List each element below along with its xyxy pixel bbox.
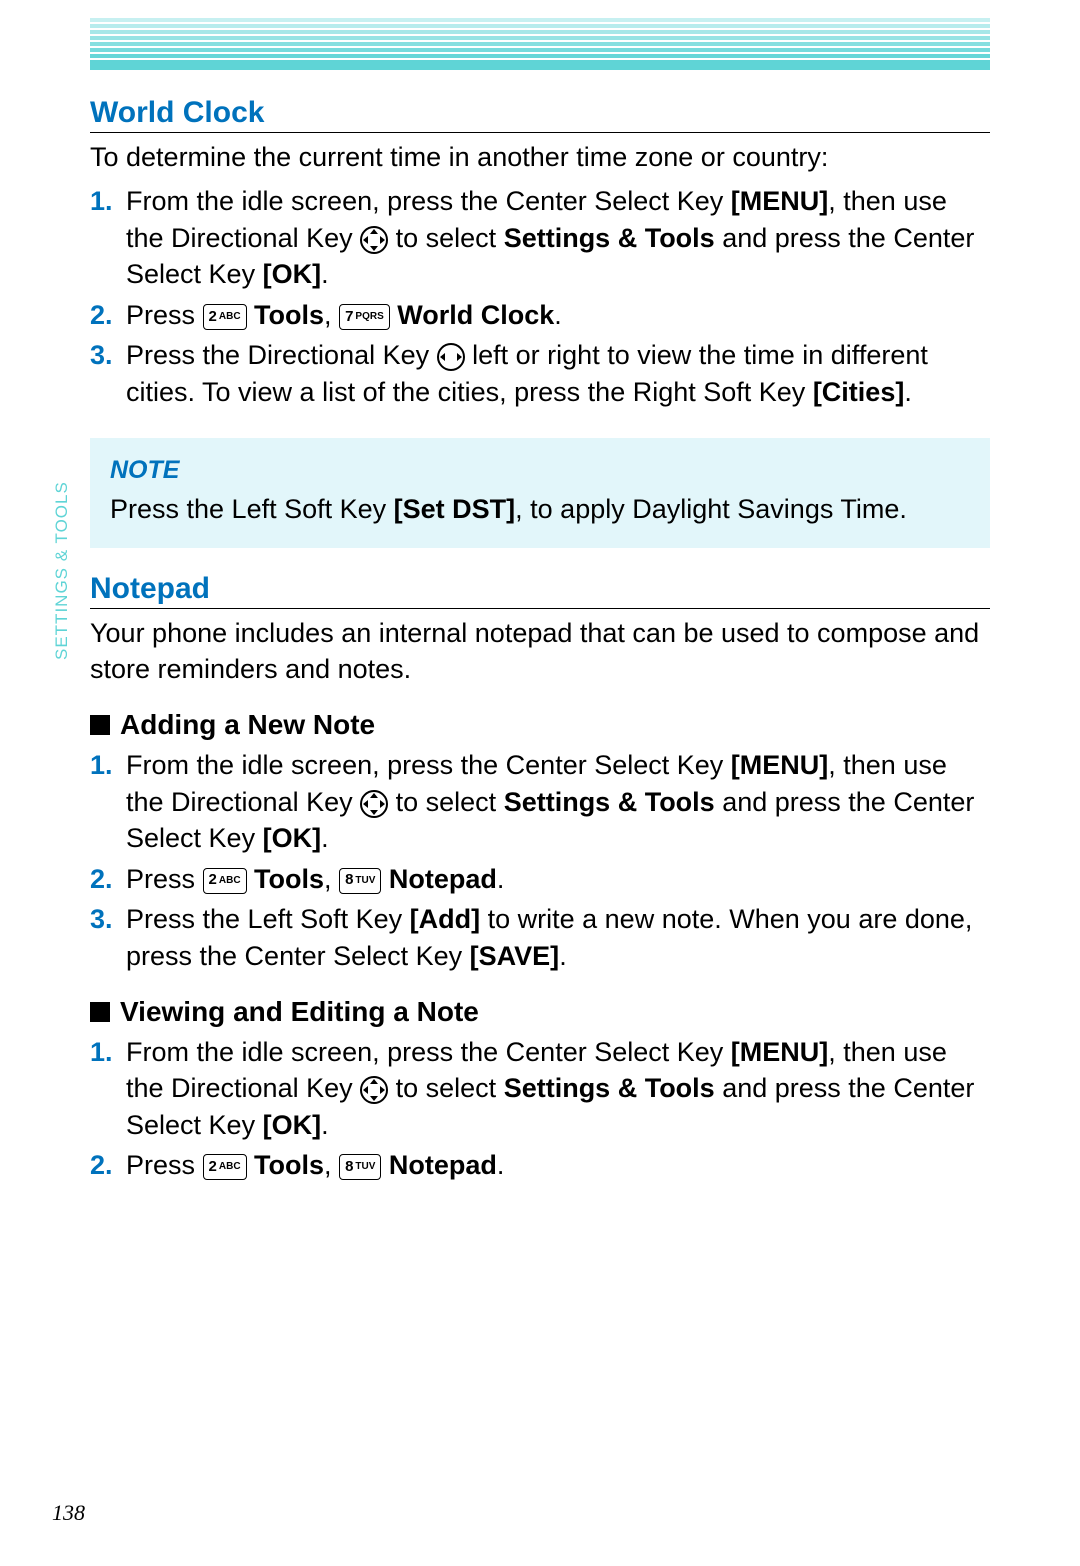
text: .: [321, 259, 329, 289]
add-note-steps: 1. From the idle screen, press the Cente…: [90, 747, 990, 974]
directional-key-4way-icon: [360, 1076, 388, 1104]
side-section-label: SETTINGS & TOOLS: [52, 481, 72, 660]
text: .: [321, 823, 329, 853]
settings-tools-label: Settings & Tools: [504, 1073, 715, 1103]
text: Press the Directional Key: [126, 340, 437, 370]
text: to select: [388, 787, 504, 817]
world-clock-steps: 1. From the idle screen, press the Cente…: [90, 183, 990, 410]
ok-key-label: [OK]: [263, 259, 321, 289]
directional-key-4way-icon: [360, 226, 388, 254]
text: Viewing and Editing a Note: [120, 996, 479, 1027]
world-clock-intro: To determine the current time in another…: [90, 139, 990, 175]
key-2abc-icon: 2ABC: [203, 868, 247, 894]
wc-step-2: 2. Press 2ABC Tools, 7PQRS World Clock.: [126, 297, 990, 333]
text: .: [497, 864, 505, 894]
cities-key-label: [Cities]: [813, 377, 905, 407]
text: .: [904, 377, 912, 407]
text: , to apply Daylight Savings Time.: [515, 494, 907, 524]
add-step-2: 2. Press 2ABC Tools, 8TUV Notepad.: [126, 861, 990, 897]
directional-key-4way-icon: [360, 790, 388, 818]
text: Press the Left Soft Key: [126, 904, 410, 934]
text: to select: [388, 1073, 504, 1103]
settings-tools-label: Settings & Tools: [504, 787, 715, 817]
key-8tuv-icon: 8TUV: [339, 868, 381, 894]
view-step-2: 2. Press 2ABC Tools, 8TUV Notepad.: [126, 1147, 990, 1183]
text: Press: [126, 1150, 203, 1180]
page-number: 138: [52, 1500, 85, 1526]
notepad-label: Notepad: [381, 864, 497, 894]
directional-key-lr-icon: [437, 343, 465, 371]
key-2abc-icon: 2ABC: [203, 1154, 247, 1180]
note-body: Press the Left Soft Key [Set DST], to ap…: [110, 491, 970, 527]
text: Press the Left Soft Key: [110, 494, 394, 524]
adding-note-subheading: Adding a New Note: [90, 709, 990, 741]
text: From the idle screen, press the Center S…: [126, 186, 731, 216]
text: Press: [126, 864, 203, 894]
text: to select: [388, 223, 504, 253]
note-box: NOTE Press the Left Soft Key [Set DST], …: [90, 438, 990, 547]
notepad-intro: Your phone includes an internal notepad …: [90, 615, 990, 688]
ok-key-label: [OK]: [263, 1110, 321, 1140]
note-title: NOTE: [110, 456, 970, 485]
key-7pqrs-icon: 7PQRS: [339, 304, 390, 330]
text: .: [554, 300, 562, 330]
text: ,: [324, 1150, 339, 1180]
text: .: [321, 1110, 329, 1140]
page-content: World Clock To determine the current tim…: [90, 90, 990, 1188]
view-note-steps: 1. From the idle screen, press the Cente…: [90, 1034, 990, 1184]
add-key-label: [Add]: [410, 904, 480, 934]
header-decoration: [90, 18, 990, 72]
settings-tools-label: Settings & Tools: [504, 223, 715, 253]
text: .: [497, 1150, 505, 1180]
world-clock-heading: World Clock: [90, 96, 990, 133]
menu-key-label: [MENU]: [731, 750, 828, 780]
add-step-3: 3. Press the Left Soft Key [Add] to writ…: [126, 901, 990, 974]
text: From the idle screen, press the Center S…: [126, 1037, 731, 1067]
text: .: [559, 941, 567, 971]
ok-key-label: [OK]: [263, 823, 321, 853]
notepad-label: Notepad: [381, 1150, 497, 1180]
text: ,: [324, 864, 339, 894]
add-step-1: 1. From the idle screen, press the Cente…: [126, 747, 990, 856]
menu-key-label: [MENU]: [731, 1037, 828, 1067]
text: From the idle screen, press the Center S…: [126, 750, 731, 780]
key-8tuv-icon: 8TUV: [339, 1154, 381, 1180]
wc-step-3: 3. Press the Directional Key left or rig…: [126, 337, 990, 410]
text: Press: [126, 300, 203, 330]
square-bullet-icon: [90, 715, 110, 735]
menu-key-label: [MENU]: [731, 186, 828, 216]
view-step-1: 1. From the idle screen, press the Cente…: [126, 1034, 990, 1143]
square-bullet-icon: [90, 1002, 110, 1022]
tools-label: Tools: [247, 300, 325, 330]
viewing-note-subheading: Viewing and Editing a Note: [90, 996, 990, 1028]
tools-label: Tools: [247, 864, 325, 894]
tools-label: Tools: [247, 1150, 325, 1180]
text: ,: [324, 300, 339, 330]
key-2abc-icon: 2ABC: [203, 304, 247, 330]
world-clock-label: World Clock: [390, 300, 555, 330]
save-key-label: [SAVE]: [470, 941, 560, 971]
set-dst-label: [Set DST]: [394, 494, 516, 524]
text: Adding a New Note: [120, 709, 375, 740]
notepad-heading: Notepad: [90, 572, 990, 609]
wc-step-1: 1. From the idle screen, press the Cente…: [126, 183, 990, 292]
